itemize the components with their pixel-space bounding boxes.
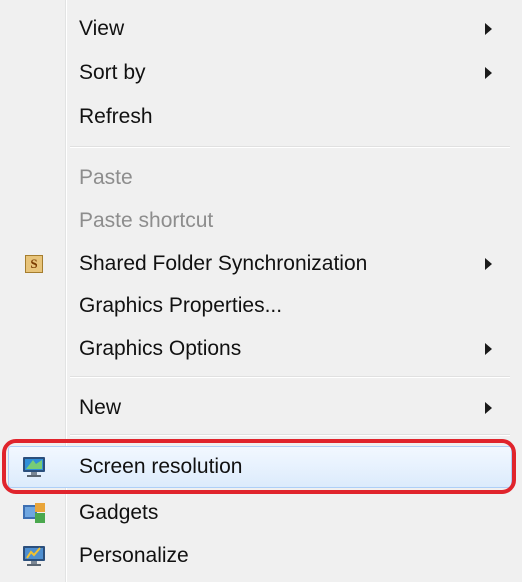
menu-item-graphics-properties[interactable]: Graphics Properties... (0, 284, 522, 328)
menu-item-label: Graphics Properties... (79, 294, 283, 317)
menu-item-new[interactable]: New (0, 386, 522, 430)
menu-item-label: Sort by (79, 61, 146, 84)
menu-separator (70, 376, 510, 378)
submenu-arrow-icon (485, 402, 492, 414)
menu-item-personalize[interactable]: Personalize (0, 534, 522, 578)
menu-item-paste-shortcut[interactable]: Paste shortcut (0, 199, 522, 243)
menu-item-graphics-options[interactable]: Graphics Options (0, 327, 522, 371)
menu-item-shared-folder-synchronization[interactable]: S Shared Folder Synchronization (0, 242, 522, 286)
menu-item-label: View (79, 17, 125, 40)
menu-separator (70, 146, 510, 148)
menu-item-label: Paste shortcut (79, 209, 214, 232)
menu-item-sort-by[interactable]: Sort by (0, 51, 522, 95)
menu-item-refresh[interactable]: Refresh (0, 95, 522, 139)
gadgets-icon (23, 503, 45, 523)
personalize-icon (23, 546, 45, 566)
menu-item-paste[interactable]: Paste (0, 156, 522, 200)
menu-item-label: New (79, 396, 122, 419)
annotation-highlight-ring (2, 439, 516, 494)
menu-item-view[interactable]: View (0, 7, 522, 51)
menu-item-label: Refresh (79, 105, 153, 128)
submenu-arrow-icon (485, 67, 492, 79)
desktop-context-menu: View Sort by Refresh Paste Paste shortcu… (0, 0, 522, 582)
menu-item-gadgets[interactable]: Gadgets (0, 491, 522, 535)
shared-folder-sync-icon: S (25, 255, 43, 273)
menu-item-label: Paste (79, 166, 133, 189)
submenu-arrow-icon (485, 258, 492, 270)
menu-item-label: Gadgets (79, 501, 159, 524)
submenu-arrow-icon (485, 343, 492, 355)
menu-item-label: Personalize (79, 544, 189, 567)
submenu-arrow-icon (485, 23, 492, 35)
menu-item-label: Shared Folder Synchronization (79, 252, 368, 275)
menu-separator (70, 434, 510, 436)
menu-item-label: Graphics Options (79, 337, 242, 360)
